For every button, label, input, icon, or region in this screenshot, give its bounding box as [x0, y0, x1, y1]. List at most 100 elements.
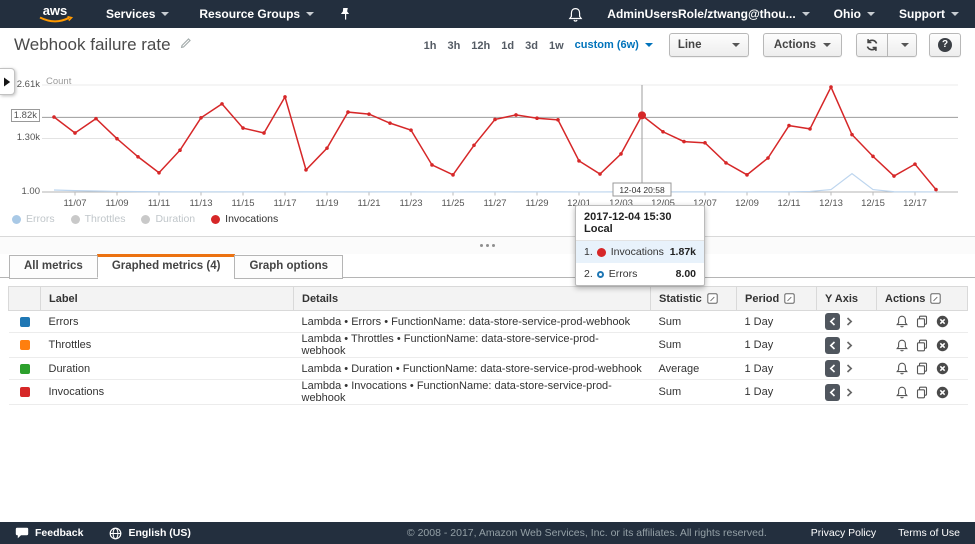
remove-metric-button[interactable]	[936, 362, 949, 375]
metric-label[interactable]: Duration	[41, 358, 294, 380]
legend-item-duration[interactable]: Duration	[141, 213, 195, 225]
metric-color-swatch[interactable]	[20, 340, 30, 350]
user-menu[interactable]: AdminUsersRole/ztwang@thou...	[607, 7, 809, 21]
privacy-policy-link[interactable]: Privacy Policy	[811, 527, 876, 539]
edit-column-icon[interactable]	[930, 293, 941, 304]
metric-label[interactable]: Errors	[41, 311, 294, 333]
metric-label[interactable]: Invocations	[41, 380, 294, 405]
panel-resize-handle[interactable]	[0, 236, 975, 254]
metric-color-swatch[interactable]	[20, 364, 30, 374]
actions-button[interactable]: Actions	[763, 33, 842, 57]
metric-color-swatch[interactable]	[20, 317, 30, 327]
metric-statistic[interactable]: Sum	[651, 380, 737, 405]
metric-row-duration: DurationLambda • Duration • FunctionName…	[9, 358, 968, 380]
metric-label[interactable]: Throttles	[41, 333, 294, 358]
create-alarm-button[interactable]	[896, 386, 908, 399]
graph-toolbar: Webhook failure rate 1h3h12h1d3d1w custo…	[0, 28, 975, 62]
metric-period[interactable]: 1 Day	[737, 358, 817, 380]
invocations-point	[808, 127, 812, 131]
filled-circle-marker-icon	[597, 248, 606, 257]
y-axis-right-button[interactable]	[846, 364, 853, 373]
create-alarm-button[interactable]	[896, 362, 908, 375]
y-axis-right-button[interactable]	[846, 317, 853, 326]
pin-icon[interactable]	[340, 7, 351, 21]
remove-metric-button[interactable]	[936, 339, 949, 352]
refresh-options-button[interactable]	[888, 33, 917, 57]
y-axis-left-button[interactable]	[825, 313, 840, 330]
language-selector[interactable]: English (US)	[109, 527, 190, 540]
tab-graphed-metrics-4-[interactable]: Graphed metrics (4)	[97, 254, 236, 278]
terms-of-use-link[interactable]: Terms of Use	[898, 527, 960, 539]
range-button-3d[interactable]: 3d	[525, 40, 538, 52]
y-axis-right-button[interactable]	[846, 388, 853, 397]
chevron-down-icon	[951, 12, 959, 16]
duplicate-metric-button[interactable]	[916, 339, 928, 352]
edit-column-icon[interactable]	[784, 293, 795, 304]
metric-statistic[interactable]: Sum	[651, 311, 737, 333]
range-button-1w[interactable]: 1w	[549, 40, 564, 52]
invocations-point	[850, 133, 854, 137]
invocations-point	[514, 113, 518, 117]
duplicate-metric-button[interactable]	[916, 315, 928, 328]
metric-details: Lambda • Duration • FunctionName: data-s…	[294, 358, 651, 380]
feedback-button[interactable]: Feedback	[15, 527, 83, 539]
create-alarm-button[interactable]	[896, 315, 908, 328]
range-button-1h[interactable]: 1h	[424, 40, 437, 52]
legend-item-throttles[interactable]: Throttles	[71, 213, 126, 225]
metric-statistic[interactable]: Sum	[651, 333, 737, 358]
legend-item-errors[interactable]: Errors	[12, 213, 55, 225]
metric-statistic[interactable]: Average	[651, 358, 737, 380]
edit-title-pencil-icon[interactable]	[180, 36, 193, 54]
tab-graph-options[interactable]: Graph options	[234, 255, 343, 279]
legend-item-invocations[interactable]: Invocations	[211, 213, 278, 225]
x-tick-label: 11/07	[63, 198, 86, 209]
services-menu[interactable]: Services	[106, 7, 169, 21]
aws-logo[interactable]: aws	[34, 2, 76, 26]
statistic-column-header[interactable]: Statistic	[651, 287, 737, 311]
range-button-12h[interactable]: 12h	[471, 40, 490, 52]
time-range-group: 1h 3h 12h 1d 3d 1w	[424, 36, 575, 54]
x-tick-label: 12/17	[903, 198, 927, 209]
remove-metric-button[interactable]	[936, 386, 949, 399]
y-axis-left-button[interactable]	[825, 360, 840, 377]
metric-period[interactable]: 1 Day	[737, 380, 817, 405]
graph-type-select[interactable]: Line	[669, 33, 749, 57]
details-column-header[interactable]: Details	[294, 287, 651, 311]
refresh-button[interactable]	[856, 33, 888, 57]
chevron-down-icon	[306, 12, 314, 16]
arrow-right-icon	[3, 77, 11, 87]
metric-period[interactable]: 1 Day	[737, 311, 817, 333]
support-menu[interactable]: Support	[899, 7, 959, 21]
edit-column-icon[interactable]	[707, 293, 718, 304]
y-axis-column-header: Y Axis	[817, 287, 877, 311]
invocations-point	[892, 174, 896, 178]
chevron-down-icon	[645, 43, 653, 47]
metric-color-swatch[interactable]	[20, 387, 30, 397]
range-button-1d[interactable]: 1d	[501, 40, 514, 52]
notifications-bell-icon[interactable]	[568, 7, 583, 22]
custom-range-button[interactable]: custom (6w)	[575, 39, 653, 51]
duplicate-metric-button[interactable]	[916, 386, 928, 399]
resource-groups-menu[interactable]: Resource Groups	[199, 7, 314, 21]
duplicate-metric-button[interactable]	[916, 362, 928, 375]
metrics-chart[interactable]: Count 2.61k 1.82k 1.30k 1.00 11/0711/091…	[0, 62, 975, 236]
line-chart-plot[interactable]: 11/0711/0911/1111/1311/1511/1711/1911/21…	[0, 62, 975, 236]
period-column-header[interactable]: Period	[737, 287, 817, 311]
chevron-right-icon	[846, 364, 853, 373]
y-axis-left-button[interactable]	[825, 337, 840, 354]
range-button-3h[interactable]: 3h	[447, 40, 460, 52]
x-tick-label: 12/13	[819, 198, 843, 209]
label-column-header[interactable]: Label	[41, 287, 294, 311]
region-menu[interactable]: Ohio	[834, 7, 875, 21]
create-alarm-button[interactable]	[896, 339, 908, 352]
actions-column-header[interactable]: Actions	[877, 287, 968, 311]
sidebar-expand-tab[interactable]	[0, 68, 15, 95]
help-button[interactable]: ?	[929, 33, 961, 57]
y-axis-right-button[interactable]	[846, 341, 853, 350]
tab-all-metrics[interactable]: All metrics	[9, 255, 98, 279]
y-axis-left-button[interactable]	[825, 384, 840, 401]
metric-period[interactable]: 1 Day	[737, 333, 817, 358]
remove-metric-button[interactable]	[936, 315, 949, 328]
alarm-bell-icon	[896, 386, 908, 399]
invocations-point	[136, 155, 140, 159]
